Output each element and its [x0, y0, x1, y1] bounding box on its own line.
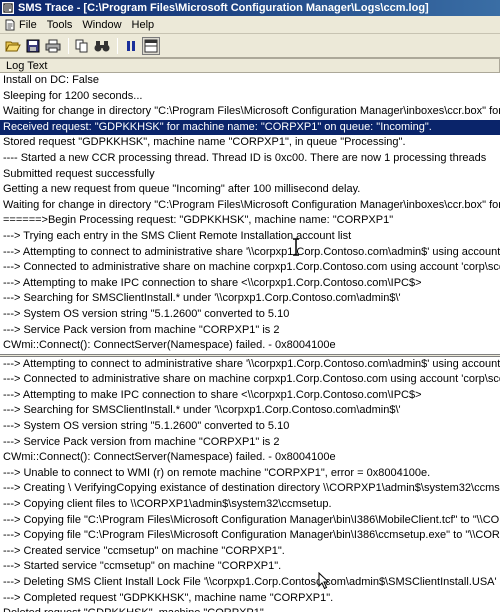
log-row[interactable]: ---> Copying file "C:\Program Files\Micr…: [0, 528, 500, 544]
menu-tools-label: Tools: [46, 18, 73, 31]
menu-help[interactable]: Help: [132, 19, 155, 31]
copy-button[interactable]: [73, 37, 91, 55]
toolbar-separator: [68, 37, 69, 54]
binoculars-icon: [94, 40, 110, 51]
log-row[interactable]: ---> Searching for SMSClientInstall.* un…: [0, 291, 500, 307]
log-row[interactable]: ---> Attempting to connect to administra…: [0, 357, 500, 373]
log-row[interactable]: CWmi::Connect(): ConnectServer(Namespace…: [0, 450, 500, 466]
log-row[interactable]: ---> Completed request "GDPKKHSK", machi…: [0, 591, 500, 607]
log-row[interactable]: ---> Trying each entry in the SMS Client…: [0, 229, 500, 245]
log-row[interactable]: ---> System OS version string "5.1.2600"…: [0, 419, 500, 435]
log-row[interactable]: Getting a new request from queue "Incomi…: [0, 182, 500, 198]
log-row[interactable]: Deleted request "GDPKKHSK", machine "COR…: [0, 606, 500, 612]
log-row[interactable]: ---> Deleting SMS Client Install Lock Fi…: [0, 575, 500, 591]
printer-icon: [45, 39, 61, 52]
menu-file-label: File: [19, 18, 37, 31]
title-bar: SMS Trace - [C:\Program Files\Microsoft …: [0, 0, 500, 16]
log-row[interactable]: ---> System OS version string "5.1.2600"…: [0, 307, 500, 323]
document-icon: [4, 19, 16, 31]
pause-icon: [127, 40, 135, 51]
log-row[interactable]: ---> Attempting to make IPC connection t…: [0, 276, 500, 292]
log-row[interactable]: ---> Creating \ VerifyingCopying existan…: [0, 481, 500, 497]
toolbar: [0, 34, 500, 58]
save-button[interactable]: [24, 37, 42, 55]
copy-icon: [75, 39, 88, 52]
log-row[interactable]: ---> Created service "ccmsetup" on machi…: [0, 544, 500, 560]
log-row[interactable]: ======>Begin Processing request: "GDPKKH…: [0, 213, 500, 229]
log-row[interactable]: ---> Attempting to connect to administra…: [0, 245, 500, 261]
log-row[interactable]: ---> Searching for SMSClientInstall.* un…: [0, 403, 500, 419]
sms-trace-app-icon: [2, 2, 14, 14]
log-row[interactable]: Waiting for change in directory "C:\Prog…: [0, 198, 500, 214]
folder-open-icon: [5, 41, 21, 51]
window-title: SMS Trace - [C:\Program Files\Microsoft …: [18, 2, 429, 14]
split-view-icon: [144, 39, 158, 52]
pause-button[interactable]: [122, 37, 140, 55]
log-row[interactable]: Stored request "GDPKKHSK", machine name …: [0, 135, 500, 151]
menu-tools[interactable]: Tools: [47, 19, 73, 31]
log-row[interactable]: Sleeping for 1200 seconds...: [0, 89, 500, 105]
log-row[interactable]: ---- Started a new CCR processing thread…: [0, 151, 500, 167]
log-row[interactable]: ---> Started service "ccmsetup" on machi…: [0, 559, 500, 575]
toolbar-separator: [117, 37, 118, 54]
menu-window[interactable]: Window: [82, 19, 121, 31]
log-row[interactable]: Submitted request successfully: [0, 167, 500, 183]
log-row[interactable]: CWmi::Connect(): ConnectServer(Namespace…: [0, 338, 500, 354]
log-row[interactable]: ---> Service Pack version from machine "…: [0, 435, 500, 451]
print-button[interactable]: [44, 37, 62, 55]
column-header-log-text[interactable]: Log Text: [0, 59, 500, 73]
menu-file[interactable]: File: [4, 19, 37, 31]
floppy-icon: [26, 39, 40, 52]
menu-bar: File Tools Window Help: [0, 16, 500, 34]
log-row[interactable]: ---> Unable to connect to WMI (r) on rem…: [0, 466, 500, 482]
find-button[interactable]: [93, 37, 111, 55]
open-button[interactable]: [4, 37, 22, 55]
log-row[interactable]: Waiting for change in directory "C:\Prog…: [0, 104, 500, 120]
menu-help-label: Help: [131, 18, 155, 31]
log-row[interactable]: ---> Connected to administrative share o…: [0, 372, 500, 388]
log-row[interactable]: ---> Service Pack version from machine "…: [0, 323, 500, 339]
log-list-bottom[interactable]: ---> Attempting to connect to administra…: [0, 357, 500, 612]
log-row[interactable]: ---> Attempting to make IPC connection t…: [0, 388, 500, 404]
log-row[interactable]: Install on DC: False: [0, 73, 500, 89]
log-row[interactable]: Received request: "GDPKKHSK" for machine…: [0, 119, 500, 136]
log-row[interactable]: ---> Copying file "C:\Program Files\Micr…: [0, 513, 500, 529]
log-panel: Log Text Install on DC: False Sleeping fo…: [0, 58, 500, 612]
log-list-top[interactable]: Install on DC: False Sleeping for 1200 se…: [0, 73, 500, 354]
menu-window-label: Window: [82, 18, 122, 31]
highlight-button[interactable]: [142, 36, 160, 55]
log-row[interactable]: ---> Copying client files to \\CORPXP1\a…: [0, 497, 500, 513]
log-row[interactable]: ---> Connected to administrative share o…: [0, 260, 500, 276]
